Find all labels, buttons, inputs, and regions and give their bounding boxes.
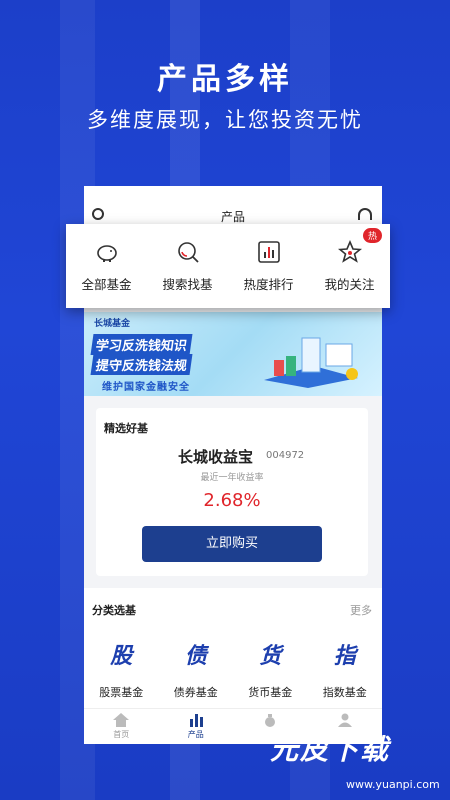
watermark-logo: 元皮下载: [270, 733, 391, 766]
rate-label: 最近一年收益率: [200, 473, 264, 483]
category-title: 分类选基: [92, 604, 136, 617]
category-bond-fund[interactable]: 债 债券基金: [159, 638, 234, 700]
product-chart-icon: [189, 714, 203, 727]
buy-now-button[interactable]: 立即购买: [142, 526, 322, 562]
banner-illustration: [264, 337, 358, 388]
fund-code: 004972: [266, 450, 305, 461]
tab-label: 产品: [187, 730, 204, 739]
headset-icon[interactable]: [358, 208, 372, 220]
category-label: 股票基金: [99, 686, 144, 699]
search-icon: [177, 242, 199, 263]
banner-brand: 长城基金: [94, 319, 131, 329]
bond-glyph-icon: 债: [184, 644, 207, 669]
category-more-link[interactable]: 更多: [350, 602, 372, 618]
page-title: 产品: [220, 210, 245, 224]
category-label: 指数基金: [322, 686, 367, 699]
category-label: 货币基金: [248, 686, 293, 699]
tab-label: 首页: [113, 730, 130, 739]
banner-line-1: 学习反洗钱知识: [90, 334, 193, 355]
quick-label: 热度排行: [243, 277, 294, 292]
star-icon: [337, 240, 362, 263]
quick-all-funds[interactable]: 全部基金: [66, 224, 147, 308]
money-bag-icon: [265, 714, 276, 727]
money-glyph-icon: 货: [259, 644, 282, 669]
index-glyph-icon: 指: [333, 644, 356, 669]
quick-hot-ranking[interactable]: 热度排行: [228, 224, 309, 308]
stock-glyph-icon: 股: [110, 644, 133, 669]
featured-fund-card: 精选好基 长城收益宝 004972 最近一年收益率 2.68% 立即购买: [96, 408, 368, 576]
top-bar: 产品: [84, 186, 382, 226]
rate-value: 2.68%: [203, 490, 261, 511]
category-stock-fund[interactable]: 股 股票基金: [84, 638, 159, 700]
quick-label: 搜索找基: [162, 277, 213, 292]
category-money-fund[interactable]: 货 货币基金: [233, 638, 308, 700]
banner-line-3: 维护国家金融安全: [102, 382, 190, 393]
quick-menu: 全部基金 搜索找基 热度排行 我的关注 热: [66, 224, 390, 308]
quick-label: 我的关注: [324, 277, 375, 292]
hero-subtitle: 多维度展现，让您投资无忧: [87, 108, 363, 132]
tab-product[interactable]: 产品: [159, 709, 234, 744]
featured-section-title: 精选好基: [104, 422, 148, 435]
banner-line-2: 提守反洗钱法规: [90, 354, 193, 375]
category-section: 分类选基 更多 股 股票基金 债 债券基金 货 货币基金 指 指数基金: [84, 588, 382, 708]
quick-label: 全部基金: [81, 277, 132, 292]
watermark-url: www.yuanpi.com: [346, 778, 440, 791]
promo-banner[interactable]: 长城基金 学习反洗钱知识 提守反洗钱法规 维护国家金融安全: [84, 312, 382, 396]
piggy-bank-icon: [96, 245, 117, 262]
category-list: 股 股票基金 债 债券基金 货 货币基金 指 指数基金: [84, 638, 382, 700]
hero-title: 产品多样: [157, 62, 293, 97]
category-index-fund[interactable]: 指 指数基金: [308, 638, 383, 700]
tab-home[interactable]: 首页: [84, 709, 159, 744]
home-icon: [113, 713, 130, 727]
user-icon: [337, 713, 352, 727]
hot-badge: 热: [362, 228, 382, 243]
fund-name[interactable]: 长城收益宝: [178, 446, 253, 467]
category-label: 债券基金: [173, 686, 218, 699]
bar-chart-icon: [257, 241, 280, 263]
quick-search-fund[interactable]: 搜索找基: [147, 224, 228, 308]
